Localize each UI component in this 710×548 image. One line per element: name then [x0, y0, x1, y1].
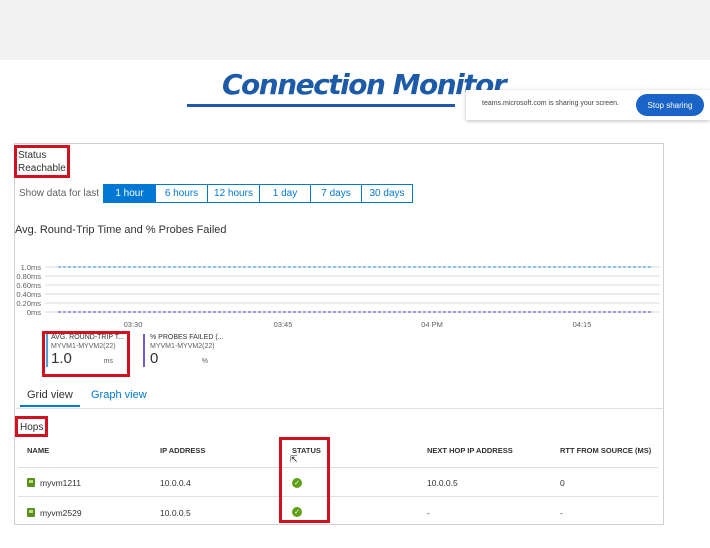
time-filter-label: Show data for last — [19, 188, 100, 199]
legend-avg-rtt-unit: ms — [103, 358, 113, 365]
hops-label: Hops — [20, 422, 44, 433]
hop-name: myvm2529 — [40, 508, 82, 518]
status-column-highlight — [279, 437, 330, 523]
legend-probes-failed[interactable]: % PROBES FAILED (... MYVM1-MYVM2(22) 0 % — [143, 334, 233, 367]
logo-underline — [187, 104, 455, 107]
hop-next-hop-ip: 10.0.0.5 — [427, 478, 458, 488]
stop-sharing-button[interactable]: Stop sharing — [636, 94, 704, 116]
y-tick-label: 1.0ms — [21, 263, 42, 272]
x-tick-label: 03:30 — [124, 320, 143, 329]
virtual-machine-icon — [27, 478, 35, 487]
time-option-1-hour[interactable]: 1 hour — [103, 184, 156, 203]
time-option-12-hours[interactable]: 12 hours — [207, 184, 260, 203]
hop-rtt: 0 — [560, 478, 565, 488]
tab-grid-view[interactable]: Grid view — [27, 389, 73, 401]
tab-graph-view[interactable]: Graph view — [91, 389, 147, 401]
column-header-name[interactable]: NAME — [27, 446, 49, 455]
status-value: Reachable — [18, 163, 66, 174]
y-tick-label: 0.60ms — [16, 281, 41, 290]
legend-avg-rtt-subtitle: MYVM1-MYVM2(22) — [51, 343, 116, 350]
legend-probes-failed-title: % PROBES FAILED (... — [150, 334, 224, 341]
connection-monitor-logo: Connection Monitor — [222, 68, 507, 101]
chart-title: Avg. Round-Trip Time and % Probes Failed — [15, 224, 227, 236]
hop-ip: 10.0.0.4 — [160, 478, 191, 488]
hop-next-hop-ip: - — [427, 508, 430, 518]
table-row-divider — [18, 467, 658, 468]
x-tick-label: 03:45 — [274, 320, 293, 329]
legend-avg-rtt-value: 1.0 — [51, 350, 72, 367]
status-label: Status — [18, 150, 47, 161]
column-header-ip-address[interactable]: IP ADDRESS — [160, 446, 205, 455]
column-header-next-hop[interactable]: NEXT HOP IP ADDRESS — [427, 446, 513, 455]
legend-avg-rtt-title: AVG. ROUND-TRIP T... — [51, 334, 125, 341]
hop-ip: 10.0.0.5 — [160, 508, 191, 518]
table-row-divider — [18, 496, 658, 497]
active-tab-indicator — [20, 405, 80, 407]
screen-share-bar: teams.microsoft.com is sharing your scre… — [466, 90, 710, 120]
time-option-1-day[interactable]: 1 day — [259, 184, 311, 203]
time-filter-group: 1 hour 6 hours 12 hours 1 day 7 days 30 … — [103, 184, 413, 203]
legend-probes-failed-value: 0 — [150, 350, 159, 367]
top-bar — [0, 0, 710, 60]
legend-avg-rtt[interactable]: AVG. ROUND-TRIP T... MYVM1-MYVM2(22) 1.0… — [46, 334, 128, 367]
y-tick-label: 0.20ms — [16, 299, 41, 308]
mouse-cursor-icon: ⇱ — [290, 455, 298, 465]
share-message: teams.microsoft.com is sharing your scre… — [482, 100, 619, 107]
column-header-rtt[interactable]: RTT FROM SOURCE (MS) — [560, 446, 651, 455]
x-tick-label: 04:15 — [573, 320, 592, 329]
y-tick-label: 0ms — [27, 308, 41, 317]
hop-name: myvm1211 — [40, 478, 81, 488]
tabs-divider — [14, 408, 664, 409]
time-option-30-days[interactable]: 30 days — [361, 184, 413, 203]
x-tick-label: 04 PM — [421, 320, 443, 329]
legend-probes-failed-unit: % — [201, 358, 208, 365]
y-tick-label: 0.80ms — [16, 272, 41, 281]
legend-probes-failed-subtitle: MYVM1-MYVM2(22) — [150, 343, 215, 350]
round-trip-chart: 1.0ms0.80ms0.60ms0.40ms0.20ms0ms 03:30 03:… — [16, 263, 660, 329]
time-option-7-days[interactable]: 7 days — [310, 184, 362, 203]
y-tick-label: 0.40ms — [16, 290, 41, 299]
time-option-6-hours[interactable]: 6 hours — [155, 184, 208, 203]
virtual-machine-icon — [27, 508, 35, 517]
hop-rtt: - — [560, 508, 563, 518]
